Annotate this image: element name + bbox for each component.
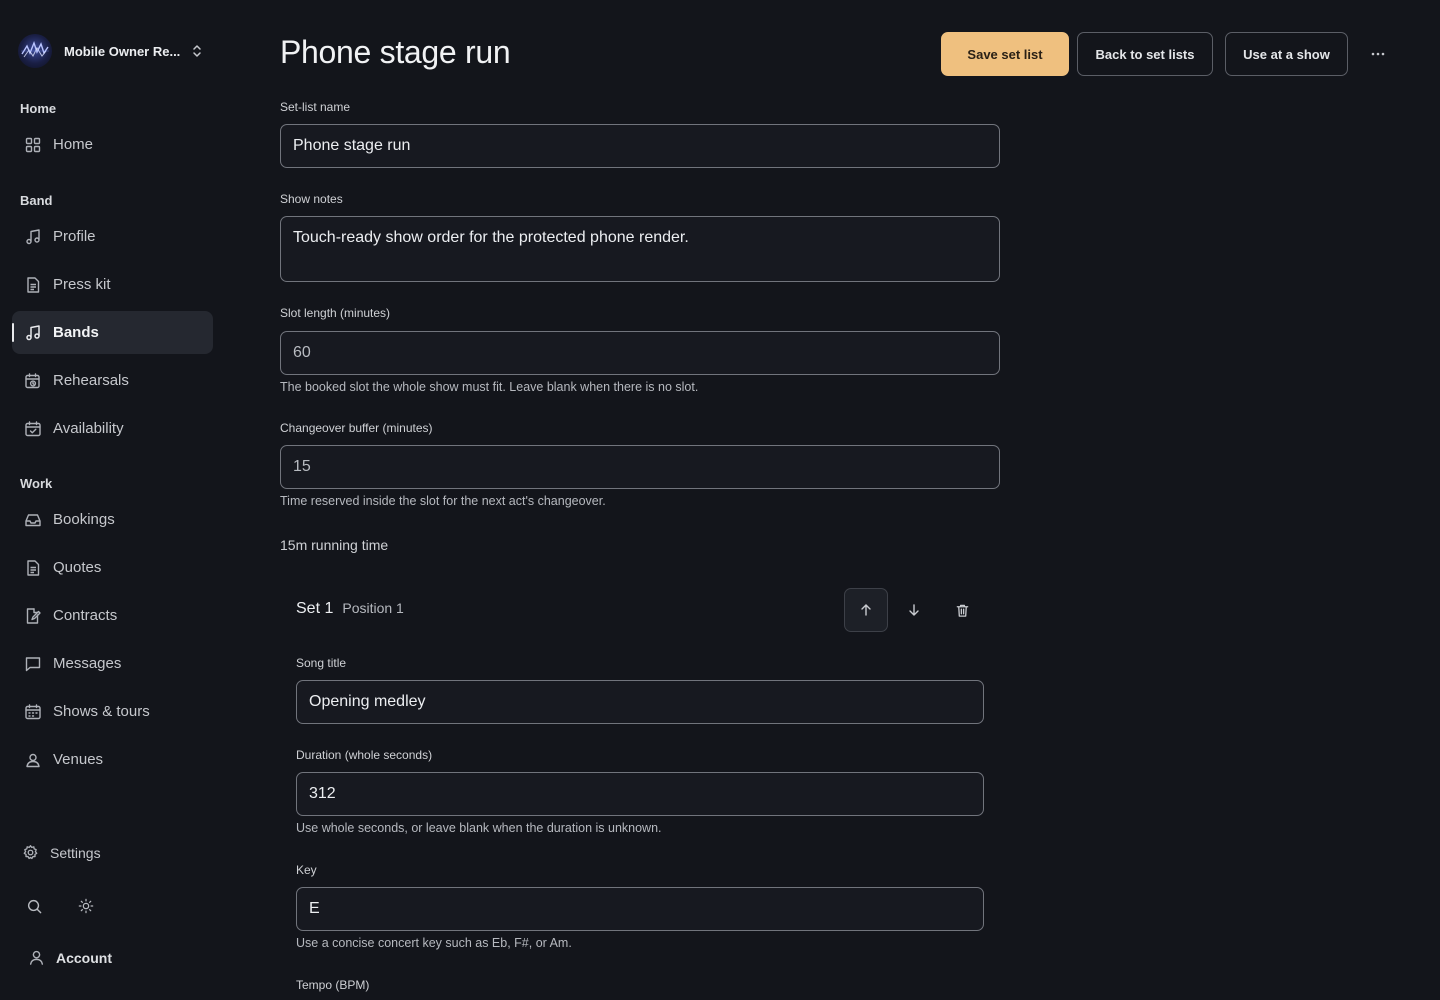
sun-icon	[78, 898, 94, 914]
duration-help: Use whole seconds, or leave blank when t…	[296, 821, 662, 835]
gear-icon	[23, 845, 38, 860]
user-icon	[29, 950, 44, 965]
changeover-buffer-label: Changeover buffer (minutes)	[280, 421, 433, 435]
song-position: Position 1	[342, 600, 404, 616]
document-icon	[27, 276, 40, 293]
running-time: 15m running time	[280, 537, 389, 553]
calendar-icon	[25, 703, 41, 719]
duration-label: Duration (whole seconds)	[296, 748, 433, 762]
theme-toggle-button[interactable]	[74, 894, 98, 918]
sidebar-item-label: Contracts	[53, 607, 118, 624]
inbox-icon	[25, 513, 41, 526]
document-edit-icon	[26, 607, 41, 624]
set-list-name-input[interactable]	[280, 124, 1000, 168]
song-title-label: Song title	[296, 656, 347, 670]
sidebar-item-label: Home	[53, 136, 94, 153]
calendar-clock-icon	[25, 372, 40, 388]
sidebar-item-bands[interactable]: Bands	[12, 311, 213, 354]
changeover-buffer-input[interactable]	[280, 445, 1000, 489]
calendar-check-icon	[25, 420, 41, 436]
song-title-input[interactable]	[296, 680, 984, 724]
sidebar-item-rehearsals[interactable]: Rehearsals	[12, 359, 213, 402]
set-list-name-label: Set-list name	[280, 100, 351, 114]
more-options-button[interactable]	[1364, 41, 1392, 67]
arrow-down-icon	[909, 604, 919, 616]
page-title: Phone stage run	[280, 34, 511, 70]
song-entry-header: Set 1 Position 1	[296, 600, 404, 618]
sidebar-item-contracts[interactable]: Contracts	[12, 594, 213, 637]
key-label: Key	[296, 863, 317, 877]
slot-length-input[interactable]	[280, 331, 1000, 375]
sidebar-item-label: Venues	[53, 751, 104, 768]
slot-length-help: The booked slot the whole show must fit.…	[280, 380, 699, 394]
section-label-home: Home	[20, 101, 57, 116]
sidebar-item-label: Shows & tours	[53, 703, 150, 720]
org-switcher[interactable]: Mobile Owner Re...	[18, 33, 213, 69]
settings-label: Settings	[50, 844, 101, 861]
move-up-button[interactable]	[844, 588, 888, 632]
show-notes-label: Show notes	[280, 192, 343, 206]
sidebar-item-label: Messages	[53, 655, 122, 672]
show-notes-textarea[interactable]: Touch-ready show order for the protected…	[280, 216, 1000, 282]
map-pin-user-icon	[26, 753, 40, 767]
more-horizontal-icon	[1371, 52, 1385, 56]
account-label: Account	[56, 949, 112, 966]
music-note-icon	[26, 228, 40, 244]
message-icon	[25, 656, 41, 671]
org-name: Mobile Owner Re...	[64, 43, 181, 59]
document-icon	[27, 559, 40, 576]
trash-icon	[956, 604, 968, 617]
search-icon	[27, 899, 41, 913]
sidebar-item-availability[interactable]: Availability	[12, 407, 213, 450]
back-to-set-lists-button[interactable]: Back to set lists	[1077, 32, 1213, 76]
arrow-up-icon	[861, 604, 871, 616]
changeover-buffer-help: Time reserved inside the slot for the ne…	[280, 494, 606, 508]
set-title: Set 1	[296, 600, 334, 617]
sidebar-item-quotes[interactable]: Quotes	[12, 546, 213, 589]
sidebar-item-settings[interactable]: Settings	[22, 844, 101, 861]
dashboard-icon	[25, 137, 41, 152]
sidebar-item-venues[interactable]: Venues	[12, 738, 213, 781]
sidebar-item-label: Quotes	[53, 559, 102, 576]
sidebar-item-messages[interactable]: Messages	[12, 642, 213, 685]
chevron-up-down-icon	[193, 45, 201, 57]
slot-length-label: Slot length (minutes)	[280, 306, 391, 320]
delete-song-button[interactable]	[940, 588, 984, 632]
sidebar-item-label: Press kit	[53, 276, 111, 293]
key-help: Use a concise concert key such as Eb, F#…	[296, 936, 572, 950]
sidebar-item-bookings[interactable]: Bookings	[12, 498, 213, 541]
section-label-work: Work	[20, 476, 53, 491]
move-down-button[interactable]	[892, 588, 936, 632]
org-logo	[18, 34, 52, 68]
sidebar-item-profile[interactable]: Profile	[12, 215, 213, 258]
sidebar-item-label: Bookings	[53, 511, 115, 528]
use-at-a-show-button[interactable]: Use at a show	[1225, 32, 1348, 76]
duration-input[interactable]	[296, 772, 984, 816]
key-input[interactable]	[296, 887, 984, 931]
sidebar-item-shows-tours[interactable]: Shows & tours	[12, 690, 213, 733]
sidebar-item-label: Availability	[53, 420, 124, 437]
search-button[interactable]	[22, 894, 46, 918]
sidebar: Mobile Owner Re... Home Home Band Profil…	[0, 0, 226, 1000]
music-note-icon	[26, 324, 40, 340]
save-set-list-button[interactable]: Save set list	[941, 32, 1069, 76]
sidebar-item-label: Profile	[53, 228, 96, 245]
sidebar-item-label: Bands	[53, 324, 99, 341]
tempo-label: Tempo (BPM)	[296, 978, 370, 992]
section-label-band: Band	[20, 193, 53, 208]
account-button[interactable]: Account	[28, 949, 112, 966]
sidebar-item-label: Rehearsals	[53, 372, 129, 389]
sidebar-item-press-kit[interactable]: Press kit	[12, 263, 213, 306]
sidebar-item-home[interactable]: Home	[12, 123, 213, 166]
